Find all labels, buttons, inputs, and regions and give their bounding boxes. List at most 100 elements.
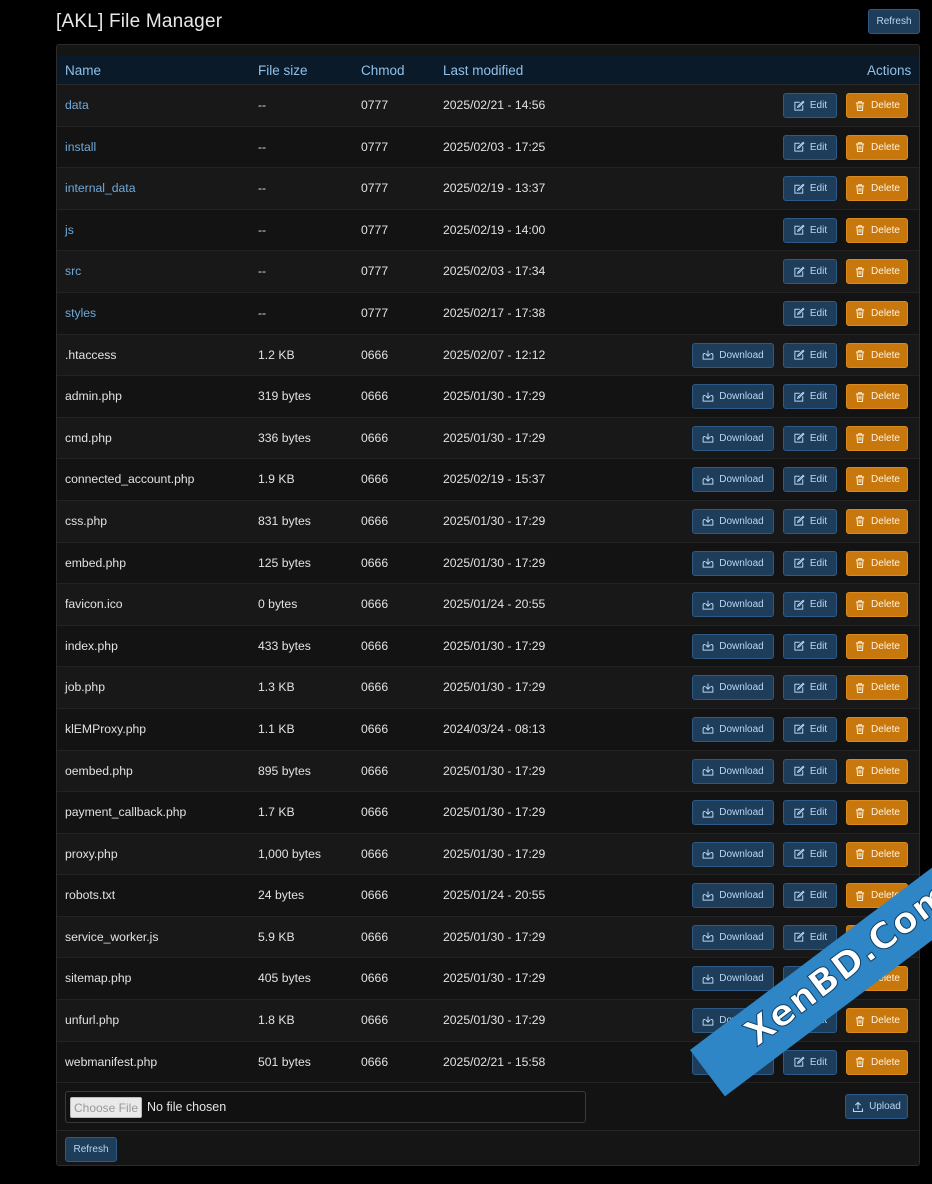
edit-button[interactable]: Edit	[783, 176, 837, 202]
edit-label: Edit	[809, 266, 828, 278]
download-button[interactable]: Download	[692, 716, 774, 742]
download-button[interactable]: Download	[692, 384, 774, 410]
bottom-refresh-button[interactable]: Refresh	[65, 1137, 117, 1162]
edit-label: Edit	[809, 640, 828, 652]
edit-icon	[794, 349, 805, 360]
choose-file-button[interactable]: Choose File	[70, 1097, 142, 1118]
folder-link[interactable]: styles	[65, 306, 96, 320]
download-icon	[702, 1057, 714, 1067]
delete-button[interactable]: Delete	[846, 384, 908, 410]
edit-button[interactable]: Edit	[783, 841, 837, 867]
edit-button[interactable]: Edit	[783, 384, 837, 410]
edit-button[interactable]: Edit	[783, 425, 837, 451]
folder-link[interactable]: internal_data	[65, 181, 135, 195]
edit-button[interactable]: Edit	[783, 1049, 837, 1075]
trash-icon	[855, 516, 865, 527]
edit-button[interactable]: Edit	[783, 300, 837, 326]
download-button[interactable]: Download	[692, 1008, 774, 1034]
folder-link[interactable]: src	[65, 264, 81, 278]
edit-button[interactable]: Edit	[783, 467, 837, 493]
delete-button[interactable]: Delete	[846, 716, 908, 742]
upload-button[interactable]: Upload	[845, 1094, 908, 1119]
delete-button[interactable]: Delete	[846, 550, 908, 576]
edit-label: Edit	[809, 391, 828, 403]
file-name: proxy.php	[65, 846, 118, 861]
file-name: index.php	[65, 638, 118, 653]
edit-button[interactable]: Edit	[783, 550, 837, 576]
download-button[interactable]: Download	[692, 508, 774, 534]
download-button[interactable]: Download	[692, 1049, 774, 1075]
delete-button[interactable]: Delete	[846, 134, 908, 160]
table-row: connected_account.php 1.9 KB 0666 2025/02/1…	[57, 459, 919, 501]
delete-button[interactable]: Delete	[846, 924, 908, 950]
edit-button[interactable]: Edit	[783, 924, 837, 950]
delete-button[interactable]: Delete	[846, 467, 908, 493]
delete-label: Delete	[871, 515, 900, 527]
delete-button[interactable]: Delete	[846, 93, 908, 118]
edit-button[interactable]: Edit	[783, 259, 837, 285]
top-refresh-button[interactable]: Refresh	[868, 9, 920, 34]
trash-icon	[855, 1057, 865, 1068]
download-button[interactable]: Download	[692, 800, 774, 826]
edit-button[interactable]: Edit	[783, 1008, 837, 1034]
download-button[interactable]: Download	[692, 883, 774, 909]
delete-button[interactable]: Delete	[846, 966, 908, 992]
delete-button[interactable]: Delete	[846, 508, 908, 534]
edit-button[interactable]: Edit	[783, 758, 837, 784]
download-button[interactable]: Download	[692, 675, 774, 701]
folder-link[interactable]: install	[65, 140, 96, 154]
edit-label: Edit	[809, 765, 828, 777]
download-button[interactable]: Download	[692, 467, 774, 493]
edit-button[interactable]: Edit	[783, 508, 837, 534]
delete-button[interactable]: Delete	[846, 758, 908, 784]
folder-link[interactable]: data	[65, 98, 89, 112]
file-modified: 2025/01/30 - 17:29	[443, 638, 546, 653]
folder-link[interactable]: js	[65, 223, 74, 237]
edit-button[interactable]: Edit	[783, 966, 837, 992]
edit-button[interactable]: Edit	[783, 217, 837, 243]
table-row: sitemap.php 405 bytes 0666 2025/01/30 - 17:…	[57, 958, 919, 1001]
delete-button[interactable]: Delete	[846, 300, 908, 326]
delete-button[interactable]: Delete	[846, 1049, 908, 1075]
edit-button[interactable]: Edit	[783, 342, 837, 368]
delete-button[interactable]: Delete	[846, 217, 908, 243]
edit-button[interactable]: Edit	[783, 883, 837, 909]
edit-icon	[794, 765, 805, 776]
delete-button[interactable]: Delete	[846, 425, 908, 451]
edit-button[interactable]: Edit	[783, 93, 837, 118]
file-name: service_worker.js	[65, 929, 159, 944]
edit-button[interactable]: Edit	[783, 592, 837, 618]
column-size-header[interactable]: File size	[258, 63, 308, 78]
column-modified-header[interactable]: Last modified	[443, 63, 523, 78]
delete-button[interactable]: Delete	[846, 176, 908, 202]
download-button[interactable]: Download	[692, 966, 774, 992]
download-button[interactable]: Download	[692, 758, 774, 784]
download-button[interactable]: Download	[692, 342, 774, 368]
delete-button[interactable]: Delete	[846, 633, 908, 659]
delete-button[interactable]: Delete	[846, 342, 908, 368]
download-icon	[702, 974, 714, 984]
edit-button[interactable]: Edit	[783, 675, 837, 701]
download-button[interactable]: Download	[692, 425, 774, 451]
delete-button[interactable]: Delete	[846, 800, 908, 826]
edit-button[interactable]: Edit	[783, 800, 837, 826]
delete-button[interactable]: Delete	[846, 592, 908, 618]
delete-button[interactable]: Delete	[846, 841, 908, 867]
table-row: favicon.ico 0 bytes 0666 2025/01/24 - 20:55…	[57, 584, 919, 626]
edit-button[interactable]: Edit	[783, 716, 837, 742]
edit-button[interactable]: Edit	[783, 633, 837, 659]
delete-button[interactable]: Delete	[846, 883, 908, 909]
edit-button[interactable]: Edit	[783, 134, 837, 160]
download-button[interactable]: Download	[692, 633, 774, 659]
download-button[interactable]: Download	[692, 550, 774, 576]
download-button[interactable]: Download	[692, 592, 774, 618]
column-name-header[interactable]: Name	[65, 63, 101, 78]
download-button[interactable]: Download	[692, 841, 774, 867]
download-button[interactable]: Download	[692, 924, 774, 950]
delete-button[interactable]: Delete	[846, 675, 908, 701]
delete-button[interactable]: Delete	[846, 1008, 908, 1034]
delete-button[interactable]: Delete	[846, 259, 908, 285]
file-input[interactable]: Choose File No file chosen	[65, 1091, 586, 1123]
edit-label: Edit	[809, 224, 828, 236]
column-chmod-header[interactable]: Chmod	[361, 63, 405, 78]
